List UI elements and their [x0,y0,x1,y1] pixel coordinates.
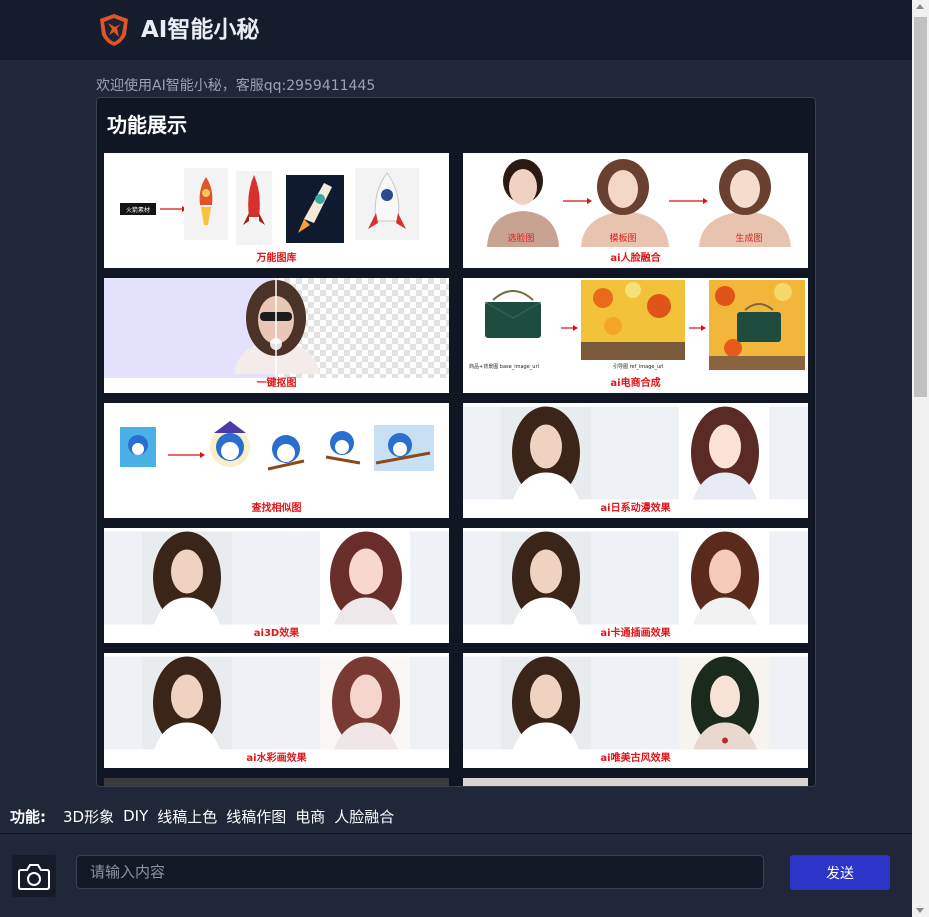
card-3d-style[interactable]: ai3D效果 [104,528,449,643]
card-label: ai卡通插画效果 [600,628,671,639]
function-label: 功能: [10,807,46,826]
card-partial[interactable] [463,778,808,786]
card-label: ai3D效果 [253,628,300,639]
scrollbar[interactable] [912,0,929,917]
function-line-draw[interactable]: 线稿作图 [226,806,286,827]
ancient-style-illustration [463,656,808,750]
function-3d[interactable]: 3D形象 [63,806,114,827]
app-logo-icon [100,14,128,46]
card-label: ai水彩画效果 [246,753,307,764]
top-bar: AI智能小秘 [0,0,912,60]
ecommerce-caption-ref: 引导图 ref_image_url [613,363,664,370]
rockets-illustration: 火箭素材 [120,168,419,245]
3d-illustration [104,531,449,625]
function-line-color[interactable]: 线稿上色 [157,806,217,827]
watercolor-illustration [104,656,449,750]
card-tag-rocket: 火箭素材 [126,206,150,214]
card-label: 一键抠图 [256,378,297,389]
send-button[interactable]: 发送 [790,855,890,890]
card-face-fusion[interactable]: 选脸图 模板图 生成图 ai人脸融合 [463,153,808,268]
card-ecommerce[interactable]: 商品+背景图 base_image_url 引导图 ref_image_url … [463,278,808,393]
card-label: ai日系动漫效果 [600,503,671,514]
ecommerce-caption-base: 商品+背景图 base_image_url [469,363,539,370]
ecommerce-illustration: 商品+背景图 base_image_url 引导图 ref_image_url [467,280,805,370]
card-label: ai电商合成 [610,378,661,389]
card-universal-gallery[interactable]: 火箭素材 万能图库 [104,153,449,268]
app-title: AI智能小秘 [141,17,260,43]
card-label: 查找相似图 [251,503,302,514]
function-diy[interactable]: DIY [123,807,148,825]
message-input[interactable] [76,855,764,889]
divider [0,833,912,834]
camera-button[interactable] [12,855,56,897]
showcase-title: 功能展示 [107,113,187,137]
scroll-down-icon[interactable] [916,908,924,913]
scrollbar-thumb[interactable] [914,17,927,397]
card-cutout[interactable]: 一键抠图 [104,278,449,393]
function-face-fusion[interactable]: 人脸融合 [334,806,394,827]
fusion-tag-template: 模板图 [609,232,636,244]
card-cartoon-style[interactable]: ai卡通插画效果 [463,528,808,643]
function-bar: 功能: 3D形象 DIY 线稿上色 线稿作图 电商 人脸融合 [10,804,394,828]
card-label: ai唯美古风效果 [600,753,671,764]
scroll-up-icon[interactable] [916,4,924,9]
cartoon-illustration [463,531,808,625]
face-fusion-illustration: 选脸图 模板图 生成图 [475,159,791,247]
showcase-panel: 功能展示 火箭素材 万能图库 选脸图 模板图 生成图 ai人脸融合 一键抠图 商… [96,97,816,787]
welcome-text: 欢迎使用AI智能小秘，客服qq:2959411445 [96,78,376,94]
card-label: ai人脸融合 [610,253,661,264]
card-ancient-style[interactable]: ai唯美古风效果 [463,653,808,768]
cutout-illustration [104,278,449,378]
card-anime-style[interactable]: ai日系动漫效果 [463,403,808,518]
fusion-tag-result: 生成图 [735,232,762,244]
card-watercolor-style[interactable]: ai水彩画效果 [104,653,449,768]
fusion-tag-source: 选脸图 [507,232,534,244]
function-ecommerce[interactable]: 电商 [295,806,325,827]
anime-illustration [463,406,808,500]
similar-search-illustration [120,421,434,471]
card-similar-search[interactable]: 查找相似图 [104,403,449,518]
camera-icon [18,864,50,890]
card-partial[interactable] [104,778,449,786]
card-label: 万能图库 [256,253,297,264]
